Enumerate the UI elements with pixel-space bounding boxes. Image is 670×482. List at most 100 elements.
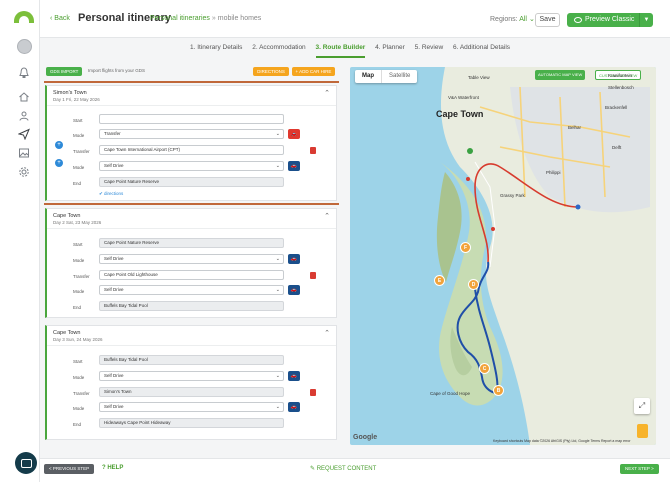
- home-icon[interactable]: [18, 91, 30, 103]
- mode-value: Self Drive: [104, 163, 124, 168]
- city-label: Cape Town: [436, 109, 484, 119]
- start-field: Cape Point Nature Reserve: [99, 238, 284, 248]
- chevron-up-icon[interactable]: ⌃: [324, 329, 330, 337]
- chevron-down-icon: ⌄: [275, 256, 280, 262]
- car-icon[interactable]: 🚗: [288, 402, 300, 412]
- wizard-steps: 1. Itinerary Details 2. Accommodation 3.…: [190, 44, 518, 58]
- mode-label: Mode: [73, 375, 85, 380]
- mode-select[interactable]: Transfer ⌄: [99, 129, 284, 139]
- automatic-map-view-button[interactable]: AUTOMATIC MAP VIEW: [535, 70, 586, 80]
- users-icon[interactable]: [18, 110, 30, 122]
- map-marker[interactable]: F: [460, 242, 471, 253]
- chat-icon[interactable]: [15, 452, 37, 474]
- day-card-header[interactable]: Cape Town Day 2 Sat, 23 May 2026 ⌃: [47, 209, 336, 229]
- mode-select[interactable]: Self Drive ⌄: [99, 161, 284, 171]
- day-title: Cape Town: [53, 213, 81, 219]
- car-icon[interactable]: 🚗: [288, 285, 300, 295]
- bell-icon[interactable]: [18, 67, 30, 79]
- tab-itinerary-details[interactable]: 1. Itinerary Details: [190, 44, 242, 51]
- help-button[interactable]: ? HELP: [102, 465, 123, 471]
- map-marker[interactable]: E: [434, 275, 445, 286]
- fullscreen-icon[interactable]: ⤢: [634, 398, 650, 414]
- map-marker[interactable]: C: [479, 363, 490, 374]
- tab-route-builder[interactable]: 3. Route Builder: [315, 44, 366, 58]
- avatar[interactable]: [17, 39, 32, 54]
- breadcrumb-current: mobile homes: [217, 15, 262, 22]
- add-stop-icon[interactable]: +: [55, 141, 63, 149]
- town-label: V&A Waterfront: [448, 95, 479, 100]
- chevron-up-icon[interactable]: ⌃: [324, 212, 330, 220]
- tab-map[interactable]: Map: [355, 70, 382, 83]
- start-label: Start: [73, 359, 83, 364]
- car-icon[interactable]: 🚗: [288, 161, 300, 171]
- tab-accommodation[interactable]: 2. Accommodation: [252, 44, 305, 51]
- car-icon[interactable]: 🚗: [288, 129, 300, 139]
- start-label: Start: [73, 118, 83, 123]
- transfer-field[interactable]: Cape Town International Airport (CPT): [99, 145, 284, 155]
- mode-label: Mode: [73, 258, 85, 263]
- tab-review[interactable]: 5. Review: [415, 44, 444, 51]
- back-label: Back: [54, 15, 70, 22]
- preview-classic-button[interactable]: Preview Classic ▼: [567, 13, 653, 27]
- chevron-down-icon: ⌄: [528, 16, 535, 23]
- town-label: Cape of Good Hope: [430, 391, 471, 396]
- mode-value: Self Drive: [104, 287, 124, 292]
- directions-button[interactable]: DIRECTIONS: [253, 67, 289, 76]
- mode-select[interactable]: Self Drive ⌄: [99, 371, 284, 381]
- back-link[interactable]: ‹ Back: [50, 15, 70, 22]
- transfer-field[interactable]: Cape Point Old Lighthouse: [99, 270, 284, 280]
- gear-icon[interactable]: [18, 166, 30, 178]
- trash-icon[interactable]: [310, 147, 316, 154]
- chevron-down-icon: ⌄: [275, 373, 280, 379]
- image-icon[interactable]: [18, 147, 30, 159]
- day-date: Day 2 Sat, 23 May 2026: [53, 220, 102, 225]
- page-footer: < PREVIOUS STEP ? HELP ✎ REQUEST CONTENT…: [40, 458, 670, 482]
- route-map[interactable]: Map Satellite AUTOMATIC MAP VIEW CUSTOM M…: [350, 67, 656, 445]
- chevron-up-icon[interactable]: ⌃: [324, 89, 330, 97]
- page-header: ‹ Back Personal itinerary Personal itine…: [40, 0, 670, 38]
- left-rail: [0, 0, 40, 482]
- start-field[interactable]: [99, 114, 284, 124]
- car-icon[interactable]: 🚗: [288, 254, 300, 264]
- request-content-link[interactable]: ✎ REQUEST CONTENT: [310, 465, 376, 472]
- day-card-header[interactable]: Cape Town Day 3 Sun, 24 May 2026 ⌃: [47, 326, 336, 346]
- mode-select[interactable]: Self Drive ⌄: [99, 285, 284, 295]
- pegman-icon[interactable]: [637, 424, 648, 438]
- trash-icon[interactable]: [310, 389, 316, 396]
- day-card-header[interactable]: Simon's Town Day 1 Fri, 22 May 2026 ⌃: [47, 86, 336, 106]
- directions-link[interactable]: ✔ directions: [99, 191, 123, 197]
- brand-logo[interactable]: [14, 11, 34, 23]
- breadcrumb-item[interactable]: Personal itineraries: [150, 15, 210, 22]
- google-logo: Google: [353, 434, 378, 441]
- tab-planner[interactable]: 4. Planner: [375, 44, 405, 51]
- save-button[interactable]: Save: [535, 13, 560, 27]
- town-label: Stellenbosch: [608, 85, 634, 90]
- chevron-down-icon: ⌄: [275, 131, 280, 137]
- regions-label: Regions:: [490, 16, 518, 23]
- map-attribution[interactable]: Keyboard shortcuts Map data ©2026 AfriGI…: [493, 439, 631, 443]
- add-stop-icon[interactable]: +: [55, 159, 63, 167]
- mode-label: Mode: [73, 289, 85, 294]
- end-field: Hideaways Cape Point Hideaway: [99, 418, 284, 428]
- end-field: Buffels Bay Tidal Pool: [99, 301, 284, 311]
- end-field: Cape Point Nature Reserve: [99, 177, 284, 187]
- car-icon[interactable]: 🚗: [288, 371, 300, 381]
- next-step-button[interactable]: NEXT STEP >: [620, 464, 659, 474]
- town-label: Grassy Park: [500, 193, 525, 198]
- day-card: Simon's Town Day 1 Fri, 22 May 2026 ⌃ St…: [44, 81, 339, 205]
- send-icon[interactable]: [18, 128, 30, 140]
- regions-filter[interactable]: Regions: All ⌄: [490, 15, 535, 23]
- chevron-down-icon[interactable]: ▼: [639, 13, 653, 27]
- tab-additional-details[interactable]: 6. Additional Details: [453, 44, 510, 51]
- tab-satellite[interactable]: Satellite: [382, 70, 417, 83]
- mode-select[interactable]: Self Drive ⌄: [99, 402, 284, 412]
- map-marker[interactable]: D: [468, 279, 479, 290]
- map-marker[interactable]: B: [493, 385, 504, 396]
- gds-import-button[interactable]: GDS IMPORT: [46, 67, 83, 76]
- add-car-hire-button[interactable]: + ADD CAR HIRE: [292, 67, 335, 76]
- mode-select[interactable]: Self Drive ⌄: [99, 254, 284, 264]
- trash-icon[interactable]: [310, 272, 316, 279]
- end-label: End: [73, 305, 82, 310]
- end-label: End: [73, 181, 82, 186]
- previous-step-button[interactable]: < PREVIOUS STEP: [44, 464, 95, 474]
